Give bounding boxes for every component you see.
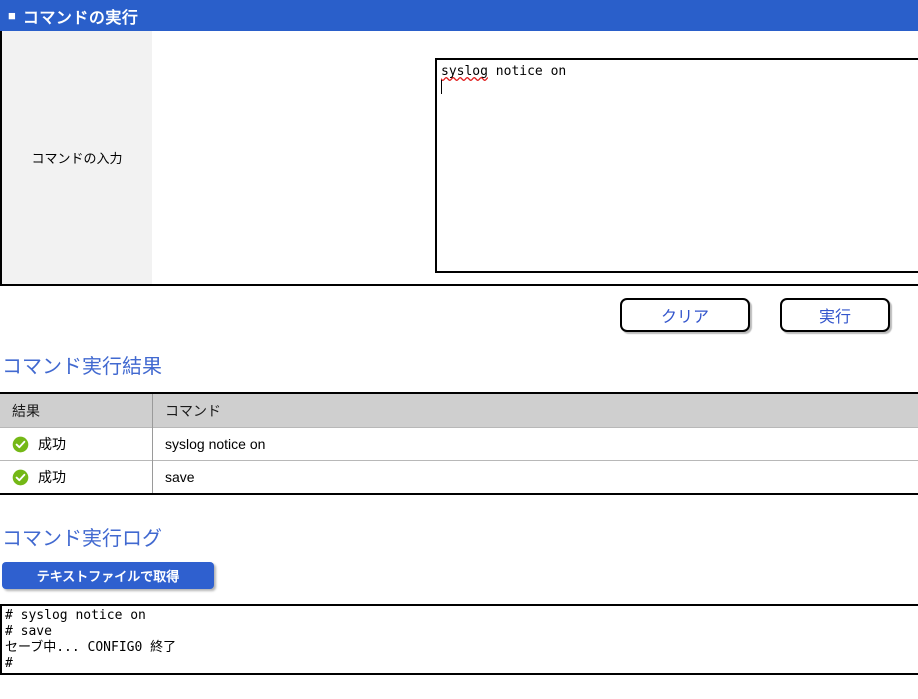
result-command-cell: syslog notice on	[152, 427, 918, 461]
log-heading: コマンド実行ログ	[2, 528, 162, 550]
command-input-label: コマンドの入力	[31, 151, 123, 166]
check-circle-icon	[12, 436, 29, 452]
page-title: コマンドの実行	[22, 9, 139, 27]
clear-button[interactable]: クリア	[620, 298, 750, 332]
window-title-bar: ■ コマンドの実行	[0, 0, 918, 31]
text-cursor-line	[441, 80, 918, 97]
check-circle-icon	[12, 469, 29, 485]
table-row: 成功 syslog notice on	[0, 427, 918, 461]
command-input-row: コマンドの入力 syslog notice on	[0, 31, 918, 284]
results-table: 結果 コマンド 成功 syslog notice on 成功 save	[0, 392, 918, 495]
action-button-bar: クリア 実行	[0, 286, 918, 346]
execute-button[interactable]: 実行	[780, 298, 890, 332]
result-status-text: 成功	[38, 469, 66, 485]
command-text-rest: notice on	[487, 64, 567, 79]
command-log-output: # syslog notice on # save セーブ中... CONFIG…	[0, 604, 918, 675]
results-heading: コマンド実行結果	[2, 356, 162, 378]
result-status-text: 成功	[38, 436, 66, 452]
result-command-cell: save	[152, 460, 918, 494]
text-caret	[441, 80, 442, 94]
results-table-header-row: 結果 コマンド	[0, 393, 918, 428]
column-header-result: 結果	[0, 393, 153, 428]
result-status-cell: 成功	[0, 427, 153, 461]
column-header-command: コマンド	[152, 393, 918, 428]
download-text-file-button[interactable]: テキストファイルで取得	[2, 562, 214, 589]
command-input-textarea[interactable]: syslog notice on	[435, 58, 918, 273]
command-input-label-cell: コマンドの入力	[2, 31, 152, 284]
misspelled-word: syslog	[441, 64, 488, 79]
title-bullet-icon: ■	[8, 8, 16, 23]
result-status-cell: 成功	[0, 460, 153, 494]
table-row: 成功 save	[0, 460, 918, 494]
command-input-field-cell: syslog notice on	[152, 31, 918, 284]
command-input-line-1: syslog notice on	[441, 63, 918, 80]
